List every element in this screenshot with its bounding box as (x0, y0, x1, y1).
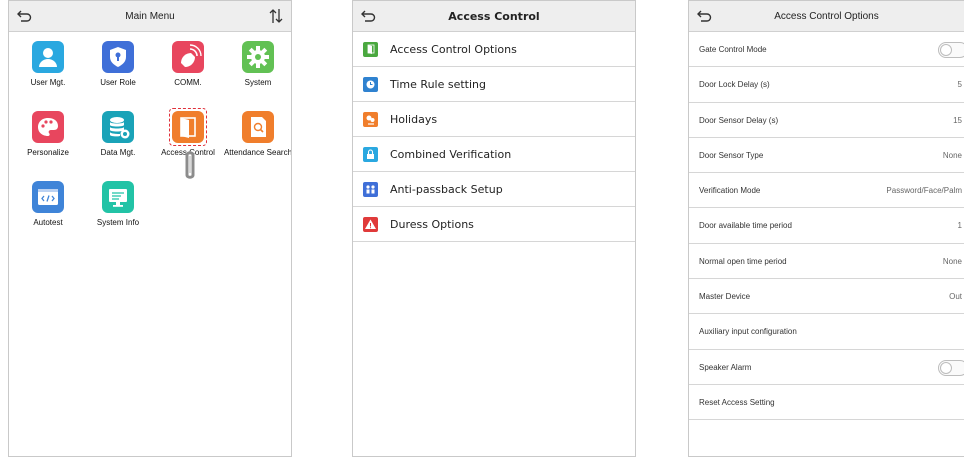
menu-item-label: Duress Options (390, 218, 474, 231)
gear-icon (242, 41, 274, 73)
menu-item-system-info[interactable]: System Info (83, 174, 153, 244)
toggle-knob (940, 361, 952, 374)
option-value: 15 (953, 115, 962, 125)
option-speaker-alarm[interactable]: Speaker Alarm (689, 350, 964, 385)
people-icon (363, 182, 378, 197)
code-window-icon (32, 181, 64, 213)
user-icon (32, 41, 64, 73)
option-door-available-time-period[interactable]: Door available time period 1 (689, 208, 964, 244)
option-label: Door available time period (699, 221, 792, 231)
menu-item-user-role[interactable]: User Role (83, 34, 153, 104)
options-titlebar: Access Control Options (689, 1, 964, 32)
toggle-knob (940, 44, 952, 56)
door-icon (172, 111, 204, 143)
document-search-icon (242, 111, 274, 143)
menu-item-label: Combined Verification (390, 148, 512, 161)
menu-item-label: Data Mgt. (100, 148, 136, 157)
holiday-icon (363, 112, 378, 127)
menu-item-comm[interactable]: COMM. (153, 34, 223, 104)
menu-item-label: User Role (100, 78, 136, 87)
touch-finger-icon (185, 151, 195, 179)
menu-item-combined-verification[interactable]: Combined Verification (353, 137, 635, 172)
options-list: Gate Control Mode Door Lock Delay (s) 5 … (689, 32, 964, 421)
access-control-options-screen: Access Control Options Gate Control Mode… (688, 0, 964, 457)
main-menu-titlebar: Main Menu (9, 1, 291, 32)
menu-item-label: User Mgt. (30, 78, 66, 87)
menu-item-label: Attendance Search (223, 148, 292, 157)
database-icon (102, 111, 134, 143)
option-label: Auxiliary input configuration (699, 327, 797, 337)
menu-item-access-control-options[interactable]: Access Control Options (353, 32, 635, 67)
menu-item-label: Access Control Options (390, 43, 517, 56)
option-label: Normal open time period (699, 256, 787, 266)
option-normal-open-time-period[interactable]: Normal open time period None (689, 244, 964, 280)
option-reset-access-setting[interactable]: Reset Access Setting (689, 385, 964, 421)
menu-item-system[interactable]: System (223, 34, 291, 104)
door-icon (363, 42, 378, 57)
option-door-sensor-delay[interactable]: Door Sensor Delay (s) 15 (689, 103, 964, 138)
menu-item-label: System Info (96, 218, 140, 227)
access-control-screen: Access Control Access Control Options Ti… (352, 0, 636, 457)
menu-item-label: Anti-passback Setup (390, 183, 503, 196)
option-auxiliary-input-configuration[interactable]: Auxiliary input configuration (689, 314, 964, 350)
option-label: Master Device (699, 292, 751, 302)
monitor-icon (102, 181, 134, 213)
option-value: 1 (957, 221, 962, 231)
menu-item-label: System (244, 78, 272, 87)
option-label: Door Lock Delay (s) (699, 80, 770, 90)
menu-item-label: Holidays (390, 113, 438, 126)
options-title: Access Control Options (774, 11, 879, 22)
lock-icon (363, 147, 378, 162)
menu-item-attendance-search[interactable]: Attendance Search (223, 104, 292, 174)
option-value: Password/Face/Palm (886, 186, 962, 196)
menu-item-label: Autotest (33, 218, 63, 227)
access-control-menu: Access Control Options Time Rule setting… (353, 32, 635, 242)
sort-arrows-icon[interactable] (269, 7, 283, 25)
option-value: 5 (957, 80, 962, 90)
menu-item-data-mgt[interactable]: Data Mgt. (83, 104, 153, 174)
menu-item-label: Personalize (27, 148, 69, 157)
shield-icon (102, 41, 134, 73)
warning-icon (363, 217, 378, 232)
main-menu-title: Main Menu (125, 11, 175, 22)
main-menu-screen: Main Menu User Mgt. User Role COMM. Syst… (8, 0, 292, 457)
option-door-sensor-type[interactable]: Door Sensor Type None (689, 138, 964, 174)
menu-item-user-mgt[interactable]: User Mgt. (13, 34, 83, 104)
option-label: Verification Mode (699, 186, 761, 196)
satellite-icon (172, 41, 204, 73)
speaker-alarm-toggle[interactable] (938, 359, 964, 376)
option-value: None (942, 150, 962, 160)
option-gate-control-mode[interactable]: Gate Control Mode (689, 32, 964, 68)
option-door-lock-delay[interactable]: Door Lock Delay (s) 5 (689, 67, 964, 103)
option-label: Reset Access Setting (699, 397, 775, 407)
option-label: Speaker Alarm (699, 362, 752, 372)
option-label: Door Sensor Type (699, 150, 764, 160)
option-label: Door Sensor Delay (s) (699, 115, 779, 125)
option-verification-mode[interactable]: Verification Mode Password/Face/Palm (689, 173, 964, 209)
palette-icon (32, 111, 64, 143)
access-control-title: Access Control (448, 10, 540, 23)
option-value: Out (949, 292, 962, 302)
menu-item-duress-options[interactable]: Duress Options (353, 207, 635, 242)
option-label: Gate Control Mode (699, 45, 767, 54)
option-master-device[interactable]: Master Device Out (689, 279, 964, 315)
menu-item-label: COMM. (174, 78, 202, 87)
menu-item-anti-passback-setup[interactable]: Anti-passback Setup (353, 172, 635, 207)
menu-item-label: Time Rule setting (390, 78, 486, 91)
menu-item-holidays[interactable]: Holidays (353, 102, 635, 137)
clock-icon (363, 77, 378, 92)
gate-control-mode-toggle[interactable] (938, 42, 964, 58)
menu-item-personalize[interactable]: Personalize (13, 104, 83, 174)
menu-item-autotest[interactable]: Autotest (13, 174, 83, 244)
option-value: None (942, 256, 962, 266)
access-control-titlebar: Access Control (353, 1, 635, 32)
menu-item-time-rule-setting[interactable]: Time Rule setting (353, 67, 635, 102)
